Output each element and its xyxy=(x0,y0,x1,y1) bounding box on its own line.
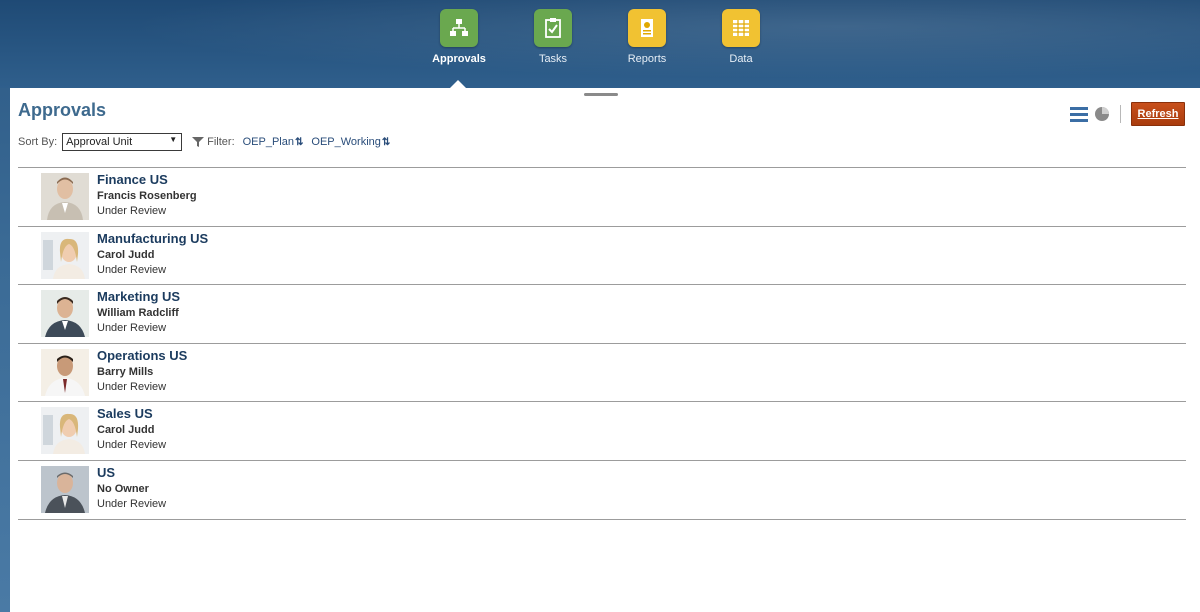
nav-approvals-label: Approvals xyxy=(432,53,486,65)
view-toolbar: Refresh xyxy=(1070,102,1185,126)
approval-owner: William Radcliff xyxy=(97,307,179,320)
approval-status: Under Review xyxy=(97,439,167,452)
owner-avatar xyxy=(41,348,89,396)
swap-arrows-icon: ⇅ xyxy=(295,137,304,148)
sort-select[interactable]: Approval Unit ▼ xyxy=(62,133,183,151)
filter-label: Filter: xyxy=(207,136,235,148)
approval-owner: Carol Judd xyxy=(97,248,155,261)
sort-selected-value: Approval Unit xyxy=(66,136,133,148)
main-navigation: Approvals Tasks Reports Data xyxy=(0,9,1200,79)
approval-unit-row[interactable]: Finance US Francis Rosenberg Under Revie… xyxy=(18,168,1186,227)
panel-resize-grip[interactable] xyxy=(584,93,618,96)
approval-unit-name: Sales US xyxy=(97,406,153,422)
nav-data[interactable]: Data xyxy=(701,9,781,65)
approval-unit-row[interactable]: Manufacturing US Carol Judd Under Review xyxy=(18,227,1186,286)
approval-status: Under Review xyxy=(97,205,167,217)
nav-reports-label: Reports xyxy=(627,53,667,65)
filter-funnel-icon xyxy=(192,137,205,147)
approvals-panel: Approvals Refresh Sort By: Approval Unit… xyxy=(10,88,1200,612)
approval-status: Under Review xyxy=(97,497,167,510)
nav-tasks-label: Tasks xyxy=(538,53,568,65)
data-grid-icon xyxy=(722,9,760,47)
approval-unit-name: Operations US xyxy=(97,347,188,363)
dropdown-arrow-icon: ▼ xyxy=(169,135,178,144)
owner-avatar xyxy=(41,173,89,220)
sort-filter-bar: Sort By: Approval Unit ▼ Filter: OEP_Pla… xyxy=(18,133,390,151)
filter-chip-version-label: OEP_Working xyxy=(311,136,381,148)
toolbar-divider xyxy=(1120,105,1121,123)
approvals-hierarchy-icon xyxy=(440,9,478,47)
approval-unit-row[interactable]: US No Owner Under Review xyxy=(18,461,1186,520)
nav-data-label: Data xyxy=(729,53,753,65)
swap-arrows-icon: ⇅ xyxy=(381,137,391,148)
filter-chip-scenario[interactable]: OEP_Plan⇅ xyxy=(243,136,304,148)
approval-unit-list: Finance US Francis Rosenberg Under Revie… xyxy=(18,167,1186,520)
sort-label: Sort By: xyxy=(18,136,58,148)
refresh-button[interactable]: Refresh xyxy=(1131,102,1185,126)
approval-unit-row[interactable]: Marketing US William Radcliff Under Revi… xyxy=(18,285,1186,344)
owner-avatar xyxy=(41,290,89,338)
approval-owner: Barry Mills xyxy=(97,365,154,378)
active-tab-caret xyxy=(450,80,466,88)
approval-owner: No Owner xyxy=(97,482,149,495)
approval-unit-name: Finance US xyxy=(97,172,168,187)
list-view-icon[interactable] xyxy=(1070,106,1088,122)
approval-unit-row[interactable]: Operations US Barry Mills Under Review xyxy=(18,344,1186,403)
nav-approvals[interactable]: Approvals xyxy=(419,9,499,65)
filter-chip-version[interactable]: OEP_Working⇅ xyxy=(311,136,390,148)
approval-owner: Francis Rosenberg xyxy=(97,190,197,202)
chart-view-icon[interactable] xyxy=(1094,106,1110,122)
approval-unit-name: Marketing US xyxy=(97,289,181,305)
page-title: Approvals xyxy=(18,100,107,120)
approval-unit-row[interactable]: Sales US Carol Judd Under Review xyxy=(18,402,1186,461)
reports-document-icon xyxy=(628,9,666,47)
approval-status: Under Review xyxy=(97,380,167,393)
tasks-clipboard-check-icon xyxy=(534,9,572,47)
filter-chip-scenario-label: OEP_Plan xyxy=(242,136,294,148)
approval-unit-name: Manufacturing US xyxy=(97,230,209,246)
owner-avatar xyxy=(41,231,89,279)
approval-status: Under Review xyxy=(97,322,167,335)
nav-reports[interactable]: Reports xyxy=(607,9,687,65)
owner-avatar xyxy=(41,407,89,455)
nav-tasks[interactable]: Tasks xyxy=(513,9,593,65)
approval-unit-name: US xyxy=(97,464,116,480)
owner-avatar xyxy=(41,465,89,513)
approval-status: Under Review xyxy=(97,263,167,276)
approval-owner: Carol Judd xyxy=(97,424,155,437)
